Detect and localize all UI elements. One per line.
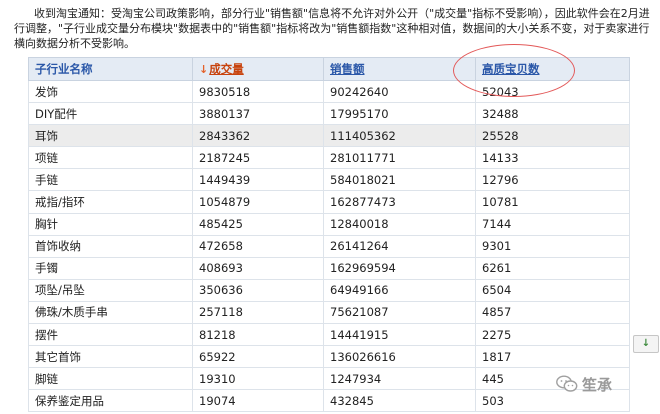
- cell-volume: 19074: [192, 389, 324, 413]
- notice-text: 收到淘宝通知：受淘宝公司政策影响，部分行业"销售额"信息将不允许对外公开（"成交…: [14, 7, 650, 50]
- subcategory-table: 子行业名称 ↓成交量 销售额 高质宝贝数 发饰 9830518 90242640 52…: [28, 57, 630, 413]
- table-row[interactable]: 佛珠/木质手串 257118 75621087 4857: [28, 300, 630, 325]
- cell-name: 项链: [28, 146, 193, 170]
- cell-volume: 19310: [192, 367, 324, 391]
- table-row[interactable]: 摆件 81218 14441915 2275: [28, 323, 630, 347]
- cell-quality: 10781: [475, 190, 630, 214]
- cell-volume: 81218: [192, 323, 324, 347]
- cell-volume: 3880137: [192, 102, 324, 126]
- cell-name: 胸针: [28, 212, 193, 236]
- table-row[interactable]: 手镯 408693 162969594 6261: [28, 256, 630, 280]
- cell-sales: 14441915: [323, 323, 476, 347]
- cell-quality: 2275: [475, 323, 630, 347]
- cell-sales: 64949166: [323, 278, 476, 302]
- cell-volume: 1054879: [192, 190, 324, 214]
- table-row[interactable]: 首饰收纳 472658 26141264 9301: [28, 234, 630, 258]
- scroll-down-button[interactable]: ↓: [633, 335, 659, 353]
- cell-sales: 162969594: [323, 256, 476, 280]
- cell-sales: 17995170: [323, 102, 476, 126]
- cell-quality: 4857: [475, 300, 630, 325]
- col-header-sales[interactable]: 销售额: [323, 57, 476, 81]
- table-row[interactable]: 项坠/吊坠 350636 64949166 6504: [28, 278, 630, 302]
- cell-name: 其它首饰: [28, 345, 193, 369]
- watermark-text: 笙承: [582, 375, 613, 394]
- cell-volume: 65922: [192, 345, 324, 369]
- table-row[interactable]: 耳饰 2843362 111405362 25528: [28, 124, 630, 148]
- cell-name: 佛珠/木质手串: [28, 300, 193, 325]
- table-row[interactable]: 戒指/指环 1054879 162877473 10781: [28, 190, 630, 214]
- cell-sales: 1247934: [323, 367, 476, 391]
- cell-sales: 432845: [323, 389, 476, 413]
- cell-quality: 6261: [475, 256, 630, 280]
- cell-volume: 2843362: [192, 124, 324, 148]
- cell-quality: 7144: [475, 212, 630, 236]
- col-header-name: 子行业名称: [28, 57, 193, 81]
- cell-sales: 12840018: [323, 212, 476, 236]
- cell-sales: 162877473: [323, 190, 476, 214]
- table-row[interactable]: 胸针 485425 12840018 7144: [28, 212, 630, 236]
- cell-volume: 1449439: [192, 168, 324, 192]
- cell-name: 项坠/吊坠: [28, 278, 193, 302]
- sort-desc-icon: ↓: [199, 63, 209, 76]
- table-row[interactable]: 其它首饰 65922 136026616 1817: [28, 345, 630, 369]
- col-header-sales-label: 销售额: [330, 62, 365, 76]
- col-header-quality-label: 高质宝贝数: [482, 62, 540, 76]
- cell-quality: 52043: [475, 79, 630, 104]
- cell-sales: 75621087: [323, 300, 476, 325]
- cell-sales: 584018021: [323, 168, 476, 192]
- col-header-volume-label: 成交量: [209, 62, 244, 76]
- watermark: 笙承: [556, 372, 612, 396]
- cell-name: 保养鉴定用品: [28, 389, 193, 413]
- cell-sales: 26141264: [323, 234, 476, 258]
- cell-name: 脚链: [28, 367, 193, 391]
- cell-name: DIY配件: [28, 102, 193, 126]
- cell-quality: 32488: [475, 102, 630, 126]
- cell-name: 手镯: [28, 256, 193, 280]
- cell-name: 手链: [28, 168, 193, 192]
- cell-sales: 281011771: [323, 146, 476, 170]
- table-row[interactable]: 手链 1449439 584018021 12796: [28, 168, 630, 192]
- cell-name: 首饰收纳: [28, 234, 193, 258]
- table-row[interactable]: 脚链 19310 1247934 445: [28, 367, 630, 391]
- cell-volume: 472658: [192, 234, 324, 258]
- cell-volume: 350636: [192, 278, 324, 302]
- cell-quality: 6504: [475, 278, 630, 302]
- cell-quality: 25528: [475, 124, 630, 148]
- col-header-quality[interactable]: 高质宝贝数: [475, 57, 630, 81]
- cell-name: 戒指/指环: [28, 190, 193, 214]
- table-row[interactable]: 保养鉴定用品 19074 432845 503: [28, 389, 630, 413]
- cell-sales: 111405362: [323, 124, 476, 148]
- cell-volume: 2187245: [192, 146, 324, 170]
- cell-sales: 136026616: [323, 345, 476, 369]
- arrow-down-icon: ↓: [641, 338, 651, 349]
- cell-volume: 408693: [192, 256, 324, 280]
- cell-quality: 14133: [475, 146, 630, 170]
- wechat-icon: [556, 375, 578, 392]
- table-row[interactable]: 发饰 9830518 90242640 52043: [28, 79, 630, 104]
- table-row[interactable]: DIY配件 3880137 17995170 32488: [28, 102, 630, 126]
- cell-name: 摆件: [28, 323, 193, 347]
- cell-volume: 485425: [192, 212, 324, 236]
- cell-volume: 257118: [192, 300, 324, 325]
- cell-volume: 9830518: [192, 79, 324, 104]
- cell-quality: 9301: [475, 234, 630, 258]
- cell-name: 耳饰: [28, 124, 193, 148]
- cell-quality: 1817: [475, 345, 630, 369]
- table-row[interactable]: 项链 2187245 281011771 14133: [28, 146, 630, 170]
- table-header-row: 子行业名称 ↓成交量 销售额 高质宝贝数: [28, 57, 630, 81]
- cell-quality: 12796: [475, 168, 630, 192]
- cell-name: 发饰: [28, 79, 193, 104]
- col-header-volume[interactable]: ↓成交量: [192, 57, 324, 81]
- cell-sales: 90242640: [323, 79, 476, 104]
